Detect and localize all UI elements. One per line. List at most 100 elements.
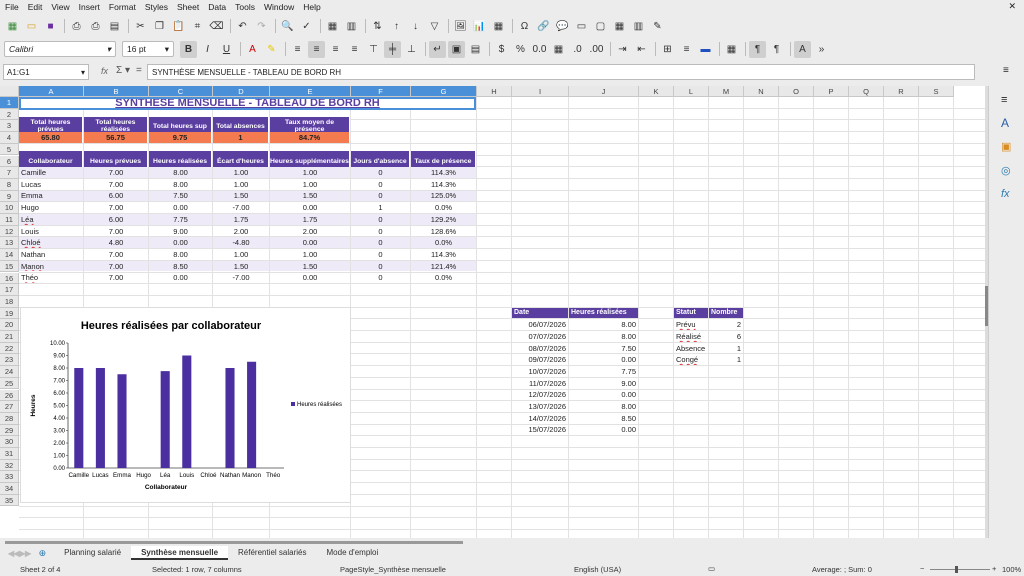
row-header[interactable]: 1 bbox=[0, 97, 19, 109]
column-header[interactable]: K bbox=[639, 86, 674, 97]
employee-name-cell[interactable]: Théo bbox=[19, 273, 83, 284]
row-header[interactable]: 12 bbox=[0, 225, 19, 238]
font-name-select[interactable]: Calibri ▾ bbox=[4, 41, 116, 57]
column-header[interactable]: M bbox=[709, 86, 744, 97]
cut-icon[interactable]: ✂ bbox=[132, 18, 149, 35]
date-table-header[interactable]: Heures réalisées bbox=[569, 307, 638, 319]
table-cell[interactable]: 0.0% bbox=[411, 237, 476, 249]
table-cell[interactable]: -4.80 bbox=[213, 237, 269, 249]
row-header[interactable]: 16 bbox=[0, 272, 19, 285]
table-cell[interactable]: 114.3% bbox=[411, 167, 476, 178]
row-header[interactable]: 23 bbox=[0, 354, 19, 367]
table-cell[interactable]: 0 bbox=[351, 179, 410, 190]
hours-cell[interactable]: 7.50 bbox=[569, 343, 638, 354]
date-cell[interactable]: 08/07/2026 bbox=[512, 343, 568, 354]
table-cell[interactable]: 8.50 bbox=[149, 260, 212, 272]
column-icon[interactable]: ▥ bbox=[343, 18, 360, 35]
row-header[interactable]: 28 bbox=[0, 412, 19, 425]
navigator-icon[interactable]: ◎ bbox=[1001, 164, 1011, 177]
status-count-cell[interactable]: 2 bbox=[709, 319, 743, 330]
row-header[interactable]: 26 bbox=[0, 389, 19, 402]
date-cell[interactable]: 06/07/2026 bbox=[512, 319, 568, 330]
wrap-text-icon[interactable]: ↵ bbox=[429, 40, 446, 58]
text-direction-ltr-icon[interactable]: ¶ bbox=[749, 40, 766, 58]
table-cell[interactable]: 1.50 bbox=[213, 190, 269, 202]
table-cell[interactable]: 1.00 bbox=[213, 249, 269, 260]
formula-input[interactable]: SYNTHÈSE MENSUELLE - TABLEAU DE BORD RH bbox=[147, 64, 975, 80]
status-label-cell[interactable]: Réalisé bbox=[674, 331, 708, 342]
tab-synthese-mensuelle[interactable]: Synthèse mensuelle bbox=[131, 546, 229, 560]
export-pdf-icon[interactable]: ⎙ bbox=[68, 18, 85, 35]
tab-referentiel-salaries[interactable]: Référentiel salariés bbox=[228, 546, 316, 560]
currency-format-icon[interactable]: $ bbox=[493, 41, 510, 58]
table-cell[interactable]: 0 bbox=[351, 237, 410, 249]
text-direction-rtl-icon[interactable]: ¶ bbox=[768, 41, 785, 58]
menu-file[interactable]: File bbox=[5, 2, 19, 12]
tab-nav-icon[interactable]: ◀◀▶▶ bbox=[8, 549, 31, 558]
undo-icon[interactable]: ↶ bbox=[234, 18, 251, 35]
column-header[interactable]: R bbox=[884, 86, 919, 97]
table-cell[interactable]: 7.00 bbox=[84, 202, 148, 213]
table-cell[interactable]: 0.00 bbox=[149, 237, 212, 249]
hours-cell[interactable]: 0.00 bbox=[569, 425, 638, 436]
function-wizard-icon[interactable]: fx bbox=[101, 66, 108, 76]
selection-mode-icon[interactable]: ▭ bbox=[708, 564, 715, 573]
date-cell[interactable]: 07/07/2026 bbox=[512, 331, 568, 342]
special-character-icon[interactable]: Ω bbox=[516, 18, 533, 35]
table-cell[interactable]: 8.00 bbox=[149, 167, 212, 178]
tab-mode-emploi[interactable]: Mode d'emploi bbox=[317, 546, 389, 560]
row-header[interactable]: 22 bbox=[0, 342, 19, 355]
sidebar-menu-icon[interactable]: ≡ bbox=[1001, 94, 1007, 106]
row-header[interactable]: 13 bbox=[0, 237, 19, 250]
sort-descending-icon[interactable]: ↓ bbox=[407, 18, 424, 35]
print-icon[interactable]: ⎙ bbox=[87, 18, 104, 35]
table-cell[interactable]: 7.00 bbox=[84, 273, 148, 284]
kpi-value[interactable]: 65.80 bbox=[19, 132, 83, 143]
align-left-icon[interactable]: ≡ bbox=[289, 41, 306, 58]
tab-planning-salarie[interactable]: Planning salarié bbox=[54, 546, 131, 560]
employee-name-cell[interactable]: Manon bbox=[19, 260, 83, 272]
row-header[interactable]: 24 bbox=[0, 366, 19, 378]
hours-cell[interactable]: 8.00 bbox=[569, 331, 638, 342]
row-header[interactable]: 32 bbox=[0, 459, 19, 472]
sort-icon[interactable]: ⇅ bbox=[369, 18, 386, 35]
row-header[interactable]: 30 bbox=[0, 436, 19, 448]
column-header[interactable]: L bbox=[674, 86, 709, 97]
add-decimal-icon[interactable]: .0 bbox=[569, 41, 586, 58]
table-cell[interactable]: 1 bbox=[351, 202, 410, 213]
spelling-icon[interactable]: ✓ bbox=[298, 18, 315, 35]
column-header[interactable]: J bbox=[569, 86, 639, 97]
functions-icon[interactable]: fx bbox=[1001, 188, 1010, 200]
insert-image-icon[interactable]: 🖼 bbox=[452, 18, 469, 35]
table-cell[interactable]: 114.3% bbox=[411, 179, 476, 190]
open-icon[interactable]: ▭ bbox=[23, 18, 40, 35]
decrease-indent-icon[interactable]: ⇤ bbox=[633, 41, 650, 58]
table-cell[interactable]: 1.75 bbox=[270, 214, 350, 225]
table-cell[interactable]: 7.75 bbox=[149, 214, 212, 225]
column-header[interactable]: Q bbox=[849, 86, 884, 97]
column-header[interactable]: C bbox=[149, 86, 213, 97]
column-header[interactable]: F bbox=[351, 86, 411, 97]
increase-indent-icon[interactable]: ⇥ bbox=[614, 41, 631, 58]
table-cell[interactable]: 7.50 bbox=[149, 190, 212, 202]
italic-icon[interactable]: I bbox=[199, 41, 216, 58]
table-cell[interactable]: 0.00 bbox=[270, 237, 350, 249]
table-cell[interactable]: 1.75 bbox=[213, 214, 269, 225]
status-count-cell[interactable]: 6 bbox=[709, 331, 743, 342]
kpi-value[interactable]: 56.75 bbox=[84, 132, 148, 143]
table-cell[interactable]: 1.00 bbox=[213, 167, 269, 178]
gallery-icon[interactable]: ▣ bbox=[1001, 140, 1011, 153]
column-header[interactable]: A bbox=[19, 86, 84, 97]
hours-cell[interactable]: 0.00 bbox=[569, 354, 638, 365]
status-zoom[interactable]: 100% bbox=[1002, 565, 1021, 574]
row-header[interactable]: 3 bbox=[0, 120, 19, 133]
status-label-cell[interactable]: Congé bbox=[674, 354, 708, 365]
table-cell[interactable]: 125.0% bbox=[411, 190, 476, 202]
row-icon[interactable]: ▦ bbox=[324, 18, 341, 35]
hours-cell[interactable]: 0.00 bbox=[569, 390, 638, 401]
row-header[interactable]: 19 bbox=[0, 307, 19, 320]
justify-icon[interactable]: ≡ bbox=[346, 41, 363, 58]
date-format-icon[interactable]: ▦ bbox=[550, 41, 567, 58]
font-size-select[interactable]: 16 pt ▾ bbox=[122, 41, 174, 57]
table-cell[interactable]: 0 bbox=[351, 167, 410, 178]
